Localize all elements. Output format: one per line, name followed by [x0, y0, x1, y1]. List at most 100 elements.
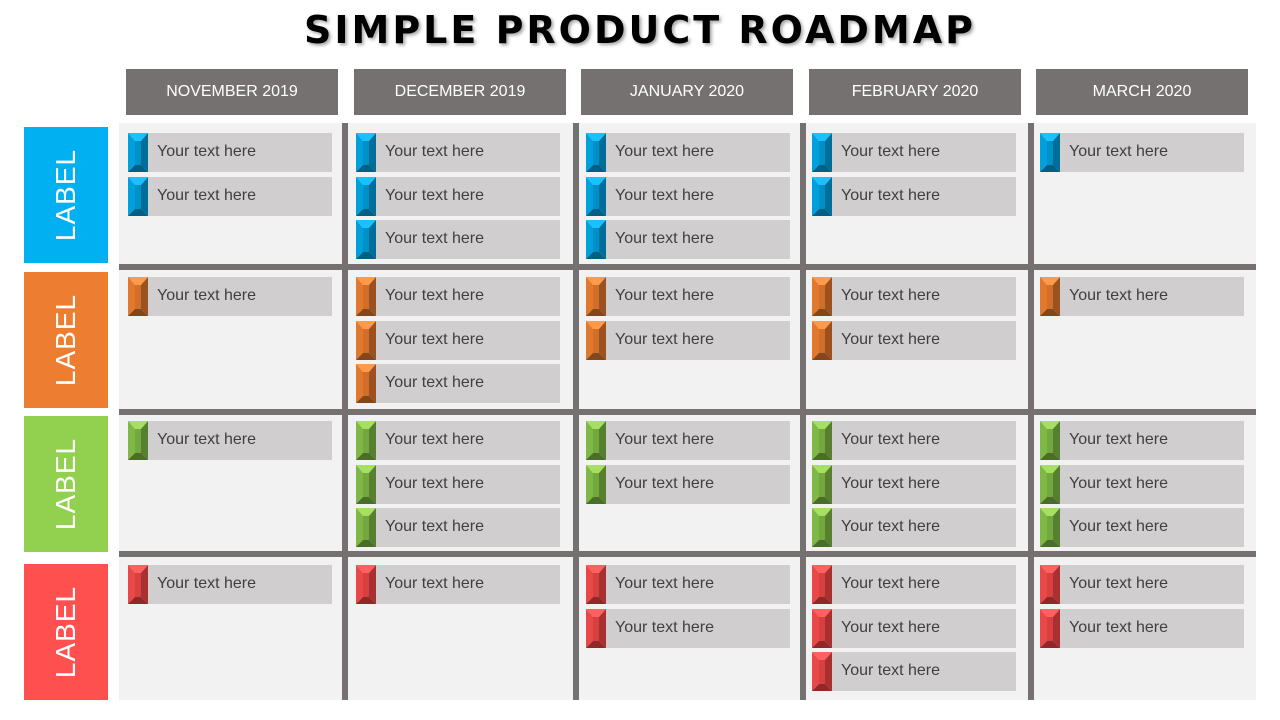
- bevel-marker-icon: [812, 565, 832, 604]
- bevel-marker-icon: [128, 277, 148, 316]
- item-text: Your text here: [385, 230, 485, 247]
- item-text: Your text here: [841, 287, 941, 304]
- roadmap-item[interactable]: Your text here: [812, 608, 1016, 648]
- roadmap-item[interactable]: Your text here: [812, 320, 1016, 360]
- item-text: Your text here: [1069, 618, 1169, 636]
- roadmap-item[interactable]: Your text here: [586, 464, 790, 504]
- roadmap-item[interactable]: Your text here: [586, 133, 790, 172]
- item-text: Your text here: [615, 575, 715, 592]
- row-label: LABEL: [24, 564, 108, 700]
- roadmap-item[interactable]: Your text here: [586, 565, 790, 604]
- row-label-text: LABEL: [50, 148, 82, 242]
- roadmap-item[interactable]: Your text here: [812, 652, 1016, 691]
- item-text: Your text here: [157, 186, 257, 204]
- item-text: Your text here: [841, 575, 941, 592]
- bevel-marker-icon: [586, 320, 606, 360]
- roadmap-item[interactable]: Your text here: [812, 565, 1016, 604]
- roadmap-item[interactable]: Your text here: [356, 176, 560, 216]
- roadmap-item[interactable]: Your text here: [1040, 508, 1244, 547]
- item-text: Your text here: [385, 287, 485, 304]
- roadmap-item[interactable]: Your text here: [356, 277, 560, 316]
- row-divider: [119, 551, 1256, 557]
- bevel-marker-icon: [128, 176, 148, 216]
- roadmap-item[interactable]: Your text here: [812, 133, 1016, 172]
- item-text: Your text here: [1069, 431, 1169, 448]
- roadmap-item[interactable]: Your text here: [812, 176, 1016, 216]
- roadmap-item[interactable]: Your text here: [1040, 608, 1244, 648]
- item-text: Your text here: [841, 618, 941, 636]
- roadmap-item[interactable]: Your text here: [356, 364, 560, 403]
- bevel-marker-icon: [586, 220, 606, 259]
- roadmap-item[interactable]: Your text here: [1040, 464, 1244, 504]
- roadmap-item[interactable]: Your text here: [356, 133, 560, 172]
- roadmap-item[interactable]: Your text here: [1040, 421, 1244, 460]
- roadmap-item[interactable]: Your text here: [586, 320, 790, 360]
- roadmap-item[interactable]: Your text here: [128, 176, 332, 216]
- bevel-marker-icon: [812, 320, 832, 360]
- item-text: Your text here: [385, 518, 485, 535]
- item-text: Your text here: [615, 330, 715, 348]
- row-label: LABEL: [24, 127, 108, 263]
- bevel-marker-icon: [1040, 608, 1060, 648]
- bevel-marker-icon: [356, 133, 376, 172]
- month-header: JANUARY 2020: [581, 69, 793, 115]
- bevel-marker-icon: [812, 277, 832, 316]
- roadmap-item[interactable]: Your text here: [128, 565, 332, 604]
- roadmap-item[interactable]: Your text here: [356, 220, 560, 259]
- roadmap-item[interactable]: Your text here: [586, 421, 790, 460]
- roadmap-item[interactable]: Your text here: [1040, 133, 1244, 172]
- item-text: Your text here: [841, 431, 941, 448]
- roadmap-item[interactable]: Your text here: [586, 277, 790, 316]
- bevel-marker-icon: [356, 508, 376, 547]
- roadmap-item[interactable]: Your text here: [356, 565, 560, 604]
- roadmap-item[interactable]: Your text here: [128, 421, 332, 460]
- row-label-text: LABEL: [50, 293, 82, 387]
- roadmap-item[interactable]: Your text here: [356, 508, 560, 547]
- row-label: LABEL: [24, 416, 108, 552]
- roadmap-item[interactable]: Your text here: [356, 464, 560, 504]
- roadmap-item[interactable]: Your text here: [812, 277, 1016, 316]
- item-text: Your text here: [841, 518, 941, 535]
- item-text: Your text here: [385, 186, 485, 204]
- bevel-marker-icon: [1040, 464, 1060, 504]
- bevel-marker-icon: [1040, 277, 1060, 316]
- roadmap-item[interactable]: Your text here: [812, 421, 1016, 460]
- bevel-marker-icon: [812, 421, 832, 460]
- item-text: Your text here: [1069, 287, 1169, 304]
- item-text: Your text here: [385, 474, 485, 492]
- item-text: Your text here: [1069, 474, 1169, 492]
- roadmap-item[interactable]: Your text here: [1040, 565, 1244, 604]
- roadmap-item[interactable]: Your text here: [128, 133, 332, 172]
- item-text: Your text here: [615, 143, 715, 160]
- bevel-marker-icon: [812, 464, 832, 504]
- item-text: Your text here: [1069, 575, 1169, 592]
- item-text: Your text here: [157, 431, 257, 448]
- row-label-text: LABEL: [50, 585, 82, 679]
- item-text: Your text here: [615, 230, 715, 247]
- roadmap-item[interactable]: Your text here: [586, 608, 790, 648]
- bevel-marker-icon: [356, 421, 376, 460]
- item-text: Your text here: [841, 662, 941, 679]
- page-title: SIMPLE PRODUCT ROADMAP: [304, 8, 976, 52]
- roadmap-item[interactable]: Your text here: [812, 464, 1016, 504]
- bevel-marker-icon: [812, 133, 832, 172]
- row-divider: [119, 264, 1256, 270]
- roadmap-item[interactable]: Your text here: [356, 320, 560, 360]
- bevel-marker-icon: [586, 176, 606, 216]
- bevel-marker-icon: [356, 565, 376, 604]
- month-header: NOVEMBER 2019: [126, 69, 338, 115]
- roadmap-item[interactable]: Your text here: [128, 277, 332, 316]
- item-text: Your text here: [157, 287, 257, 304]
- roadmap-item[interactable]: Your text here: [586, 176, 790, 216]
- bevel-marker-icon: [586, 277, 606, 316]
- roadmap-item[interactable]: Your text here: [586, 220, 790, 259]
- bevel-marker-icon: [356, 320, 376, 360]
- item-text: Your text here: [615, 618, 715, 636]
- roadmap-item[interactable]: Your text here: [356, 421, 560, 460]
- roadmap-item[interactable]: Your text here: [1040, 277, 1244, 316]
- bevel-marker-icon: [1040, 508, 1060, 547]
- roadmap-item[interactable]: Your text here: [812, 508, 1016, 547]
- bevel-marker-icon: [128, 565, 148, 604]
- bevel-marker-icon: [356, 277, 376, 316]
- bevel-marker-icon: [356, 220, 376, 259]
